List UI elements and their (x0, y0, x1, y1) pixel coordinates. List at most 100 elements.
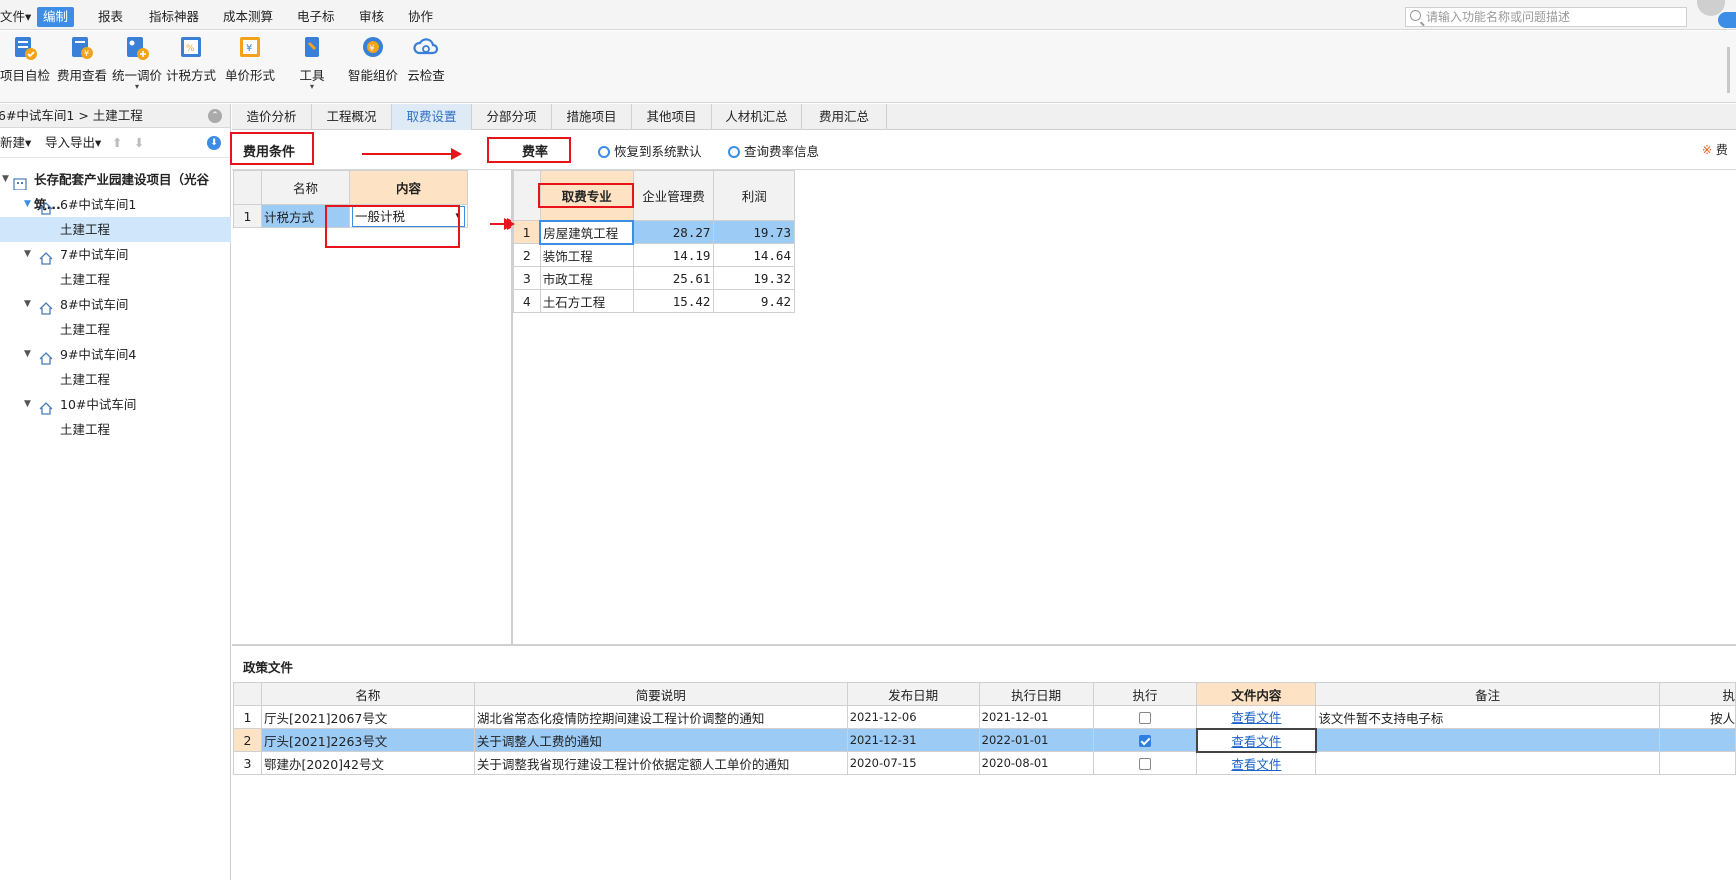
project-check-button[interactable]: 项目自检 (0, 35, 50, 84)
expand-icon[interactable]: ▼ (24, 292, 31, 317)
tools-button[interactable]: 工具 ▾ (292, 35, 332, 91)
fee-icon[interactable]: ※ 费 (1702, 141, 1728, 158)
query-rate-button[interactable]: 查询费率信息 (728, 141, 819, 160)
column-header: 企业管理费 (632, 170, 715, 221)
cloud-check-icon (413, 35, 439, 61)
corner-cell (513, 170, 541, 221)
table-row[interactable]: 4 土石方工程 15.42 9.42 (513, 289, 795, 313)
view-file-link[interactable]: 查看文件 (1196, 705, 1317, 729)
project-tree-panel: 6#中试车间1 > 土建工程 ⌃ 新建▾ 导入导出▾ ⬆ ⬇ ⬇ ▼ 长存配套产… (0, 104, 231, 880)
tax-method-icon: % (178, 35, 204, 61)
unit-price-button[interactable]: ¥ 单价形式 (224, 35, 276, 84)
table-row[interactable]: 1 厅头[2021]2067号文 湖北省常态化疫情防控期间建设工程计价调整的通知… (233, 705, 1736, 729)
tree-root[interactable]: ▼ 长存配套产业园建设项目（光谷筑... (0, 167, 231, 212)
tab-project-overview[interactable]: 工程概况 (312, 104, 392, 130)
column-header: 执行日期 (978, 682, 1094, 706)
annotation-arrow (362, 148, 462, 160)
chevron-down-icon: ▾ (134, 82, 139, 91)
execute-checkbox[interactable] (1139, 758, 1151, 770)
tab-labor-material[interactable]: 人材机汇总 (712, 104, 802, 130)
tax-method-button[interactable]: % 计税方式 (166, 35, 216, 84)
annotation-arrowhead (504, 218, 515, 230)
tree-node-project[interactable]: 土建工程 (0, 267, 231, 292)
table-row[interactable]: 2 装饰工程 14.19 14.64 (513, 243, 795, 267)
menu-audit[interactable]: 审核 (353, 7, 390, 27)
tab-fee-settings[interactable]: 取费设置 (392, 104, 472, 130)
tab-sub-items[interactable]: 分部分项 (472, 104, 552, 130)
move-down-icon[interactable]: ⬇ (134, 128, 144, 158)
project-check-icon (12, 35, 38, 61)
tree-node-unit[interactable]: ▼ 9#中试车间4 (0, 342, 231, 367)
svg-text:¥: ¥ (246, 43, 252, 54)
tools-icon (299, 35, 325, 61)
fee-conditions-title: 费用条件 (243, 145, 296, 160)
move-up-icon[interactable]: ⬆ (112, 128, 122, 158)
tab-measures[interactable]: 措施项目 (552, 104, 632, 130)
tree-node-project[interactable]: 土建工程 (0, 367, 231, 392)
menu-collab[interactable]: 协作 (402, 7, 439, 27)
house-icon (39, 198, 53, 215)
expand-icon[interactable]: ▼ (24, 192, 31, 217)
svg-text:¥: ¥ (84, 49, 89, 58)
query-icon (728, 146, 740, 158)
tab-bar: 造价分析 工程概况 取费设置 分部分项 措施项目 其他项目 人材机汇总 费用汇总 (232, 104, 1736, 130)
ribbon-scrollbar[interactable] (1727, 47, 1730, 93)
corner-cell (233, 170, 262, 205)
column-header: 简要说明 (473, 682, 848, 706)
tree-node-project[interactable]: 土建工程 (0, 317, 231, 342)
annotation-box (325, 205, 460, 248)
search-input[interactable]: 请输入功能名称或问题描述 (1405, 7, 1687, 27)
tree-node-unit[interactable]: ▼ 8#中试车间 (0, 292, 231, 317)
table-row[interactable]: 2 厅头[2021]2263号文 关于调整人工费的通知 2021-12-31 2… (233, 727, 1736, 753)
column-header: 名称 (261, 170, 350, 205)
tree-node-unit[interactable]: ▼ 10#中试车间 (0, 392, 231, 417)
annotation-box (538, 183, 634, 208)
tree-node-unit[interactable]: ▼ 6#中试车间1 (0, 192, 231, 217)
table-row[interactable]: 3 鄂建办[2020]42号文 关于调整我省现行建设工程计价依据定额人工单价的通… (233, 751, 1736, 775)
fee-rate-title: 费率 (522, 145, 549, 160)
expand-icon[interactable]: ▼ (24, 392, 31, 417)
menu-report[interactable]: 报表 (92, 7, 129, 27)
tree-node-project[interactable]: 土建工程 (0, 217, 231, 242)
menu-edit[interactable]: 编制 (37, 7, 75, 27)
house-icon (39, 348, 53, 365)
view-file-link[interactable]: 查看文件 (1195, 727, 1317, 753)
restore-default-button[interactable]: 恢复到系统默认 (598, 141, 702, 160)
execute-checkbox[interactable] (1138, 735, 1151, 747)
cost-view-button[interactable]: ¥ 费用查看 (56, 35, 108, 84)
smart-pricing-button[interactable]: ¥ 智能组价 (348, 35, 398, 84)
svg-text:%: % (186, 44, 195, 54)
expand-icon[interactable]: ▼ (24, 342, 31, 367)
restore-icon (598, 146, 610, 158)
import-export-button[interactable]: 导入导出▾ (45, 128, 101, 158)
unified-price-button[interactable]: 统一调价 ▾ (112, 35, 162, 91)
column-header: 执行 (1092, 682, 1198, 706)
policy-title: 政策文件 (243, 660, 294, 675)
cloud-check-button[interactable]: 云检查 (404, 35, 448, 84)
new-button[interactable]: 新建▾ (0, 128, 31, 158)
menu-bar: 文件▾ 编制 报表 指标神器 成本测算 电子标 审核 协作 请输入功能名称或问题… (0, 0, 1736, 30)
table-row[interactable]: 3 市政工程 25.61 19.32 (513, 266, 795, 290)
menu-e-bid[interactable]: 电子标 (291, 7, 341, 27)
tab-other-items[interactable]: 其他项目 (632, 104, 712, 130)
help-badge[interactable] (1718, 12, 1736, 28)
collapse-icon[interactable]: ⌃ (208, 109, 222, 123)
menu-cost-calc[interactable]: 成本测算 (217, 7, 279, 27)
view-file-link[interactable]: 查看文件 (1196, 751, 1317, 775)
column-header: 发布日期 (846, 682, 980, 706)
search-icon (1410, 10, 1421, 21)
tree-node-unit[interactable]: ▼ 7#中试车间 (0, 242, 231, 267)
svg-text:¥: ¥ (369, 44, 375, 54)
tree-node-project[interactable]: 土建工程 (0, 417, 231, 442)
download-icon[interactable]: ⬇ (207, 136, 221, 150)
menu-indicator[interactable]: 指标神器 (143, 7, 205, 27)
expand-icon[interactable]: ▼ (2, 167, 9, 192)
expand-icon[interactable]: ▼ (24, 242, 31, 267)
execute-checkbox[interactable] (1139, 712, 1151, 724)
breadcrumb: 6#中试车间1 > 土建工程 ⌃ (0, 104, 230, 128)
tab-cost-summary[interactable]: 费用汇总 (802, 104, 887, 130)
tab-cost-analysis[interactable]: 造价分析 (232, 104, 312, 130)
splitter[interactable] (232, 644, 1736, 646)
menu-file[interactable]: 文件▾ (0, 7, 37, 27)
table-row[interactable]: 1 房屋建筑工程 28.27 19.73 (513, 219, 795, 245)
